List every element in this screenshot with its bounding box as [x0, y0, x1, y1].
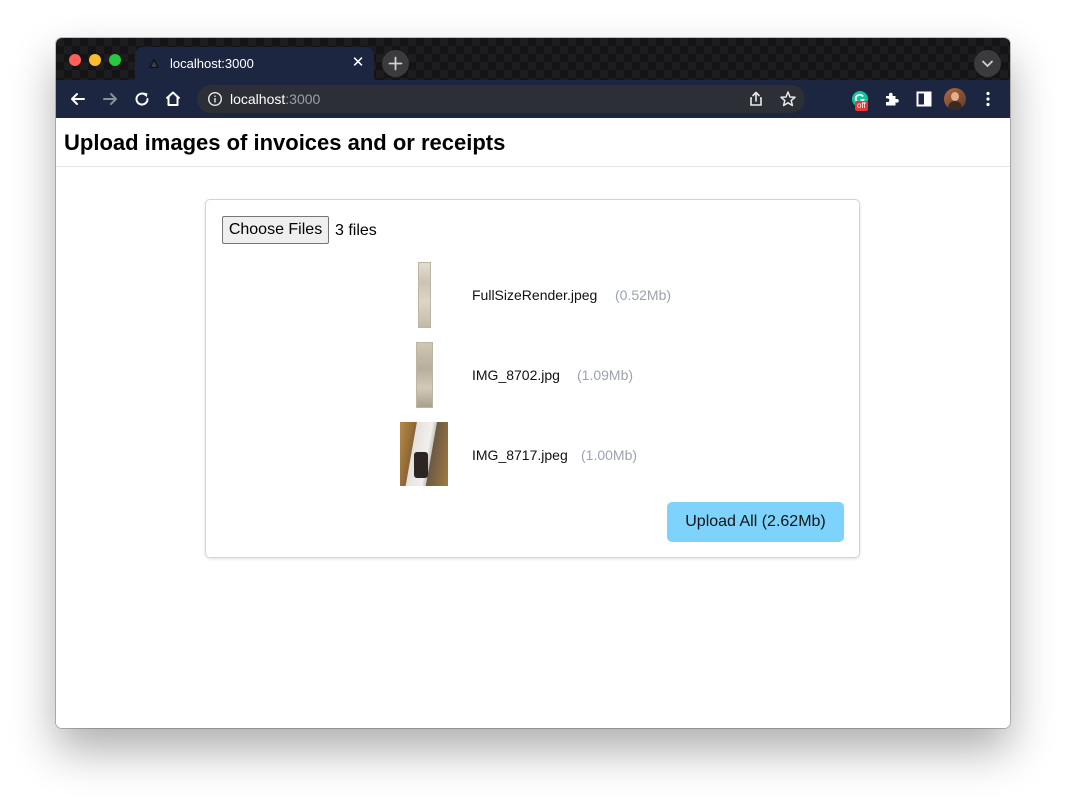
- file-list-item: FullSizeRender.jpeg (0.52Mb): [206, 262, 859, 328]
- file-list-item: IMG_8702.jpg (1.09Mb): [206, 342, 859, 408]
- url-port: :3000: [285, 91, 321, 107]
- chevron-down-icon: [982, 60, 993, 68]
- new-tab-button[interactable]: [382, 50, 409, 77]
- plus-icon: [388, 56, 403, 71]
- home-icon[interactable]: [163, 89, 183, 109]
- extension-badge: off: [855, 101, 868, 111]
- file-size: (1.00Mb): [581, 447, 638, 463]
- file-count-label: 3 files: [335, 222, 377, 239]
- window-maximize-button[interactable]: [109, 54, 121, 66]
- avatar[interactable]: [944, 88, 966, 110]
- browser-tab[interactable]: localhost:3000 ✕: [135, 47, 374, 80]
- tab-close-icon[interactable]: ✕: [350, 53, 366, 73]
- choose-files-button[interactable]: Choose Files: [222, 216, 329, 244]
- back-arrow-icon[interactable]: [68, 89, 88, 109]
- info-icon[interactable]: [207, 91, 223, 107]
- page-header: Upload images of invoices and or receipt…: [56, 118, 1010, 167]
- puzzle-icon[interactable]: [882, 89, 902, 109]
- browser-window: localhost:3000 ✕ localhost:3000 off Uplo…: [56, 38, 1010, 728]
- title-bar: localhost:3000 ✕: [56, 38, 1010, 80]
- file-size: (1.09Mb): [577, 367, 634, 383]
- file-thumbnail: [400, 422, 448, 486]
- side-panel-icon[interactable]: [914, 89, 934, 109]
- share-icon[interactable]: [747, 90, 765, 108]
- tab-search-button[interactable]: [974, 50, 1001, 77]
- tab-title: localhost:3000: [170, 56, 254, 71]
- window-minimize-button[interactable]: [89, 54, 101, 66]
- reload-icon[interactable]: [132, 89, 152, 109]
- window-close-button[interactable]: [69, 54, 81, 66]
- file-size: (0.52Mb): [615, 287, 672, 303]
- address-url: localhost:3000: [230, 91, 320, 107]
- upload-all-button[interactable]: Upload All (2.62Mb): [667, 502, 844, 542]
- file-list-item: IMG_8717.jpeg (1.00Mb): [206, 422, 859, 486]
- star-icon[interactable]: [779, 90, 797, 108]
- page-title: Upload images of invoices and or receipt…: [64, 130, 506, 155]
- forward-arrow-icon[interactable]: [100, 89, 120, 109]
- kebab-menu-icon[interactable]: [978, 89, 998, 109]
- upload-card: Choose Files 3 files FullSizeRender.jpeg…: [205, 199, 860, 558]
- file-thumbnail: [418, 262, 431, 328]
- favicon-icon: [149, 58, 159, 68]
- file-name: FullSizeRender.jpeg: [472, 287, 598, 303]
- address-bar[interactable]: localhost:3000: [197, 85, 805, 113]
- file-name: IMG_8717.jpeg: [472, 447, 568, 463]
- url-host: localhost: [230, 91, 286, 107]
- file-thumbnail: [416, 342, 433, 408]
- page-content: Upload images of invoices and or receipt…: [56, 118, 1010, 728]
- file-name: IMG_8702.jpg: [472, 367, 560, 383]
- browser-toolbar: localhost:3000 off: [56, 80, 1010, 118]
